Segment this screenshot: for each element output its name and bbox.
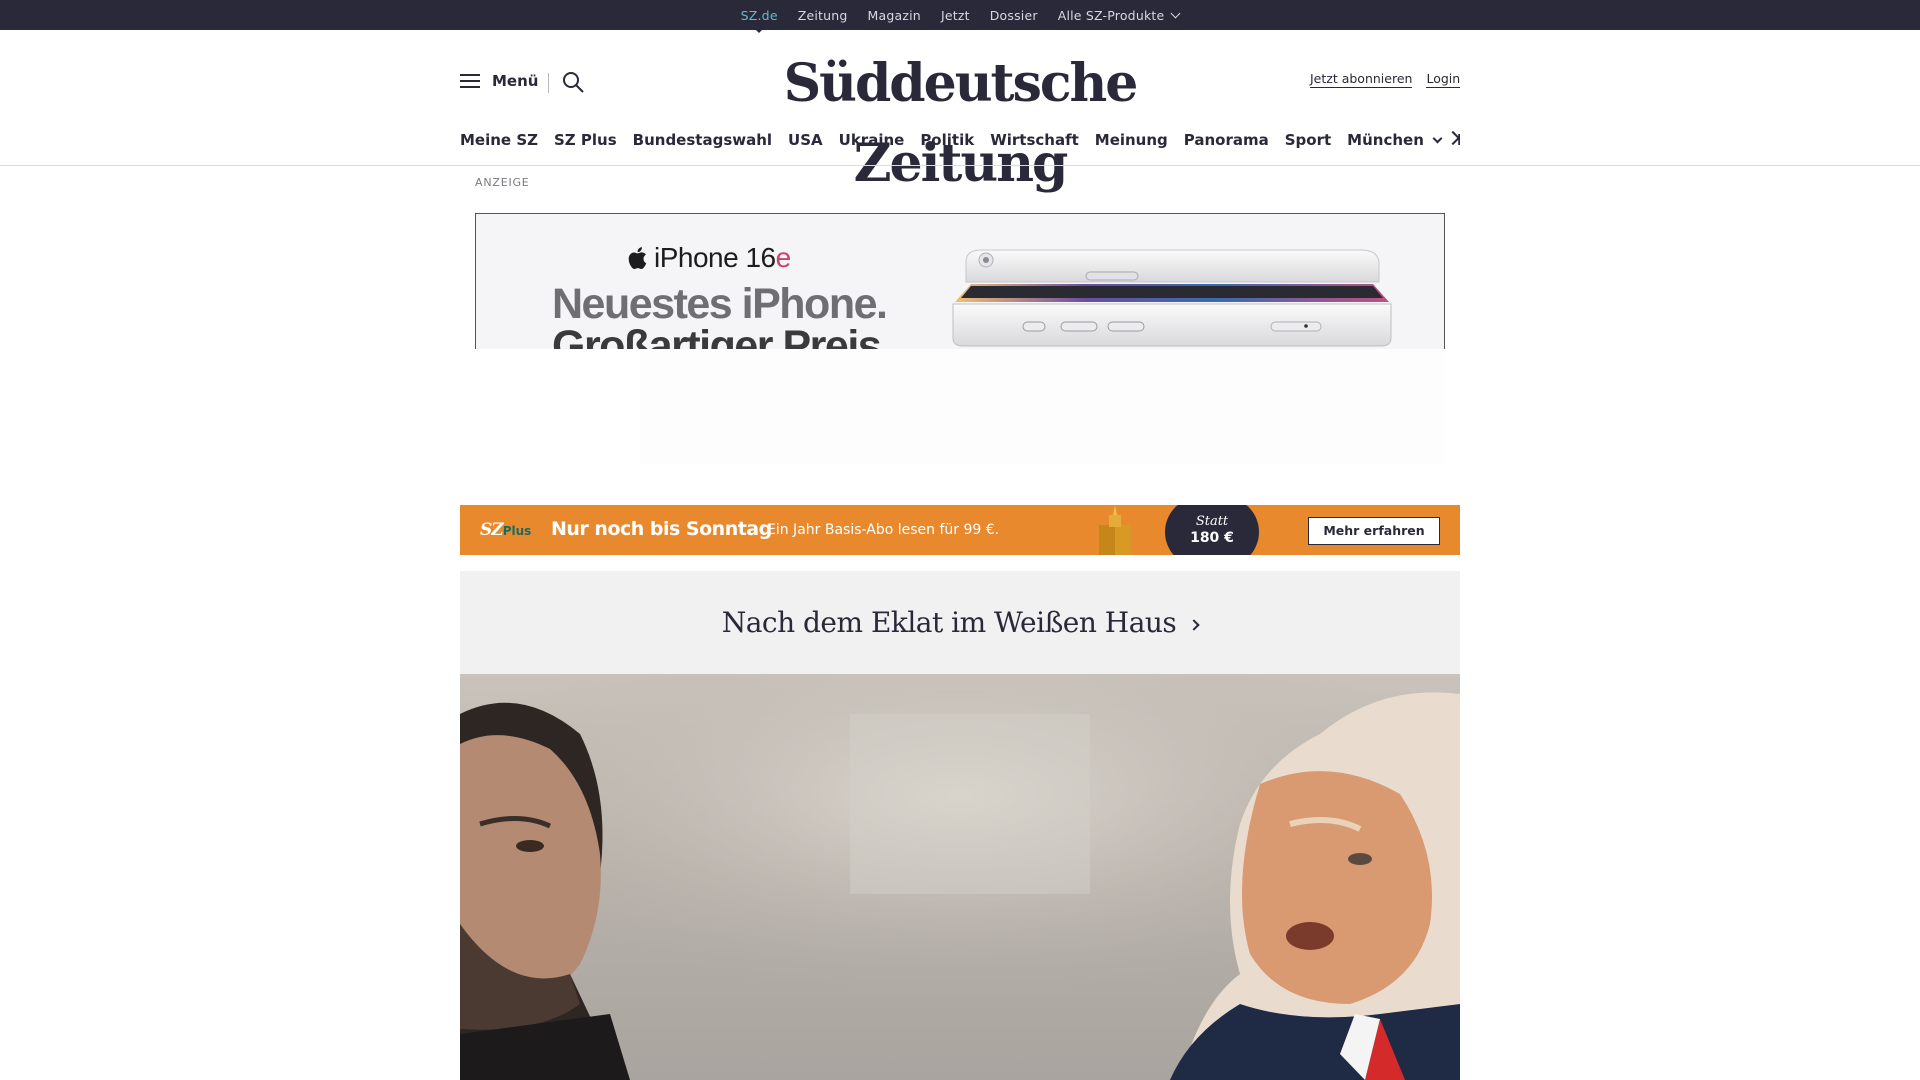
ad-placeholder	[640, 349, 1445, 464]
top-bar: SZ.de Zeitung Magazin Jetzt Dossier Alle…	[0, 0, 1920, 33]
nav-item-ukraine[interactable]: Ukraine	[831, 131, 913, 149]
nav-item-bundestagswahl[interactable]: Bundestagswahl	[625, 131, 780, 149]
sz-plus-promo-banner[interactable]: SZPlus Nur noch bis Sonntag Ein Jahr Bas…	[460, 505, 1460, 555]
nav-item-politik[interactable]: Politik	[912, 131, 982, 149]
trophy-icon	[1099, 505, 1131, 555]
mehr-erfahren-button[interactable]: Mehr erfahren	[1308, 517, 1440, 545]
top-product-nav: SZ.de Zeitung Magazin Jetzt Dossier Alle…	[0, 0, 1920, 33]
ad-brand-text: iPhone 16	[654, 242, 776, 273]
nav-item-sz-plus[interactable]: SZ Plus	[546, 131, 625, 149]
chevron-down-icon	[1170, 8, 1181, 18]
top-link-alle-produkte[interactable]: Alle SZ-Produkte	[1057, 7, 1181, 23]
nav-item-meine-sz[interactable]: Meine SZ	[460, 131, 546, 149]
search-icon[interactable]	[561, 70, 585, 94]
price-badge-label: Statt	[1195, 514, 1229, 529]
promo-title: Nur noch bis Sonntag	[551, 518, 772, 540]
top-link-sz-de[interactable]: SZ.de	[741, 8, 778, 33]
hamburger-icon	[460, 73, 480, 89]
sz-plus-logo: SZPlus	[480, 520, 531, 540]
header-divider	[548, 73, 549, 93]
nav-item-panorama[interactable]: Panorama	[1176, 131, 1277, 149]
price-badge-value: 180 €	[1190, 530, 1234, 546]
ad-brand: iPhone 16 e	[626, 242, 791, 274]
subscribe-link[interactable]: Jetzt abonnieren	[1310, 71, 1413, 88]
chevron-right-icon	[1188, 618, 1200, 631]
top-link-zeitung[interactable]: Zeitung	[798, 8, 848, 23]
plus-logo-text: Plus	[502, 524, 532, 538]
sz-logo-text: SZ	[480, 520, 504, 540]
topic-banner[interactable]: Nach dem Eklat im Weißen Haus	[460, 571, 1460, 674]
ad-headline-2: Großartiger Preis.	[552, 322, 892, 349]
top-link-alle-produkte-label: Alle SZ-Produkte	[1057, 7, 1165, 23]
ad-label: ANZEIGE	[475, 176, 530, 189]
promo-text: Ein Jahr Basis-Abo lesen für 99 €.	[767, 522, 1000, 538]
top-link-magazin[interactable]: Magazin	[868, 8, 921, 23]
price-badge: Statt 180 €	[1165, 505, 1259, 555]
nav-item-muenchen-label: München	[1347, 131, 1424, 149]
site-logo[interactable]: Süddeutsche Zeitung	[700, 44, 1220, 204]
header-divider-line	[0, 165, 1920, 166]
chevron-down-icon	[1432, 133, 1443, 144]
nav-item-wirtschaft[interactable]: Wirtschaft	[982, 131, 1087, 149]
menu-button[interactable]: Menü	[460, 72, 538, 90]
iphone-product-image	[952, 249, 1392, 347]
menu-label: Menü	[492, 72, 539, 90]
top-link-jetzt[interactable]: Jetzt	[941, 8, 970, 23]
section-nav: Meine SZ SZ Plus Bundestagswahl USA Ukra…	[460, 127, 1460, 153]
login-link[interactable]: Login	[1426, 71, 1461, 88]
hero-image[interactable]	[460, 674, 1460, 1080]
nav-item-sport[interactable]: Sport	[1277, 131, 1339, 149]
hero-photo-illustration	[460, 674, 1460, 1080]
nav-item-usa[interactable]: USA	[780, 131, 831, 149]
ad-brand-suffix: e	[775, 242, 792, 273]
apple-logo-icon	[628, 247, 647, 269]
top-link-dossier[interactable]: Dossier	[990, 8, 1038, 23]
nav-item-meinung[interactable]: Meinung	[1087, 131, 1176, 149]
account-links: Jetzt abonnieren Login	[1310, 71, 1461, 88]
topic-title: Nach dem Eklat im Weißen Haus	[721, 606, 1177, 639]
ad-banner[interactable]: iPhone 16 e Neuestes iPhone. Großartiger …	[475, 213, 1445, 349]
nav-item-muenchen[interactable]: München	[1339, 131, 1449, 149]
